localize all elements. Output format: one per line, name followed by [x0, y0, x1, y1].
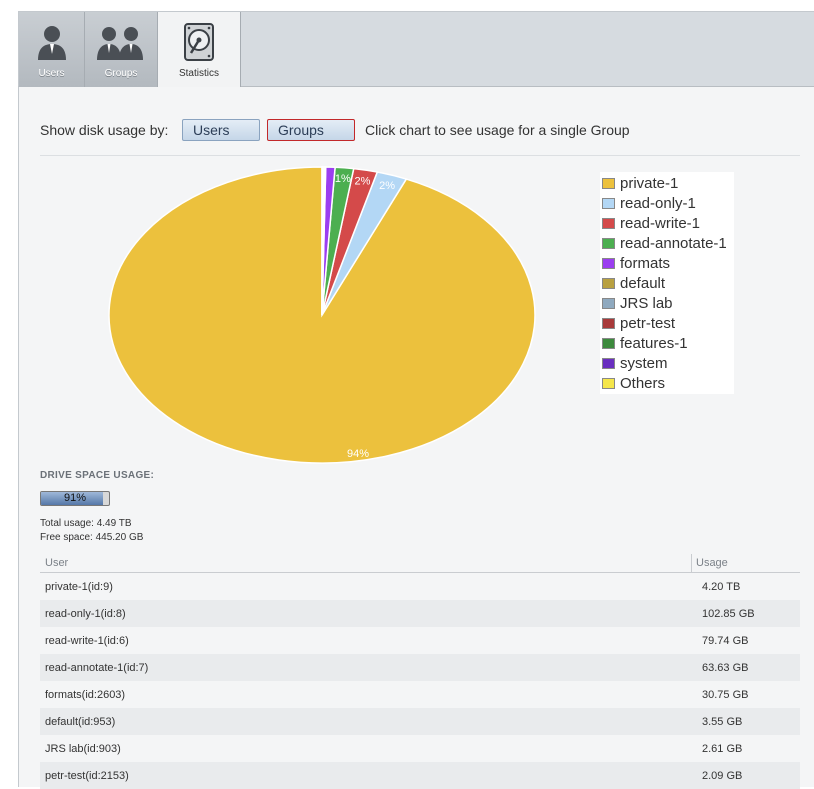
legend-swatch: [602, 218, 615, 229]
column-user[interactable]: User: [45, 557, 68, 569]
table-row[interactable]: formats(id:2603) 30.75 GB: [40, 681, 800, 708]
drive-usage-bar: 91%: [40, 491, 110, 506]
legend-label: petr-test: [620, 315, 675, 332]
groups-toggle-button[interactable]: Groups: [267, 119, 355, 141]
legend-label: read-write-1: [620, 215, 700, 232]
legend-swatch: [602, 238, 615, 249]
table-row[interactable]: read-annotate-1(id:7) 63.63 GB: [40, 654, 800, 681]
table-row[interactable]: private-1(id:9) 4.20 TB: [40, 573, 800, 600]
chart-hint: Click chart to see usage for a single Gr…: [365, 122, 630, 138]
legend-label: features-1: [620, 335, 688, 352]
show-usage-label: Show disk usage by:: [40, 122, 168, 138]
legend-label: read-only-1: [620, 195, 696, 212]
row-usage: 2.09 GB: [702, 770, 742, 782]
legend-swatch: [602, 378, 615, 389]
user-icon: [34, 22, 70, 62]
legend-item[interactable]: read-only-1: [600, 193, 734, 213]
tab-users[interactable]: Users: [19, 12, 85, 87]
legend-item[interactable]: default: [600, 273, 734, 293]
legend-swatch: [602, 278, 615, 289]
row-user: read-write-1(id:6): [45, 635, 129, 647]
legend-label: private-1: [620, 175, 678, 192]
legend-swatch: [602, 338, 615, 349]
row-user: petr-test(id:2153): [45, 770, 129, 782]
row-user: formats(id:2603): [45, 689, 125, 701]
tab-users-label: Users: [19, 68, 84, 79]
row-user: private-1(id:9): [45, 581, 113, 593]
total-usage: Total usage: 4.49 TB: [40, 518, 132, 529]
hard-drive-icon: [182, 22, 216, 62]
legend-item[interactable]: system: [600, 353, 734, 373]
tab-groups-label: Groups: [85, 68, 157, 79]
row-usage: 30.75 GB: [702, 689, 748, 701]
table-row[interactable]: default(id:953) 3.55 GB: [40, 708, 800, 735]
free-space: Free space: 445.20 GB: [40, 532, 143, 543]
legend-swatch: [602, 258, 615, 269]
users-toggle-button[interactable]: Users: [182, 119, 260, 141]
drive-space-title: DRIVE SPACE USAGE:: [40, 470, 154, 481]
pie-slice-label: 1%: [335, 173, 351, 185]
legend-item[interactable]: petr-test: [600, 313, 734, 333]
row-usage: 102.85 GB: [702, 608, 755, 620]
chart-legend: private-1 read-only-1 read-write-1 read-ann…: [600, 172, 734, 394]
legend-label: default: [620, 275, 665, 292]
legend-label: formats: [620, 255, 670, 272]
table-row[interactable]: petr-test(id:2153) 2.09 GB: [40, 762, 800, 789]
divider: [40, 155, 800, 156]
tab-groups[interactable]: Groups: [85, 12, 158, 87]
tab-bar: Users Groups Statistics: [18, 11, 814, 87]
column-usage[interactable]: Usage: [696, 557, 728, 569]
pie-slice-label: 2%: [355, 175, 371, 187]
legend-item[interactable]: formats: [600, 253, 734, 273]
legend-swatch: [602, 298, 615, 309]
pie-slice-label: 2%: [379, 180, 395, 192]
row-user: read-only-1(id:8): [45, 608, 126, 620]
legend-item[interactable]: read-write-1: [600, 213, 734, 233]
row-usage: 79.74 GB: [702, 635, 748, 647]
row-usage: 4.20 TB: [702, 581, 740, 593]
legend-swatch: [602, 318, 615, 329]
row-usage: 63.63 GB: [702, 662, 748, 674]
legend-label: Others: [620, 375, 665, 392]
legend-swatch: [602, 358, 615, 369]
usage-table: User Usage private-1(id:9) 4.20 TB read-on…: [40, 554, 800, 789]
legend-label: JRS lab: [620, 295, 673, 312]
row-usage: 2.61 GB: [702, 743, 742, 755]
pie-slice-label: 94%: [347, 448, 369, 460]
statistics-panel: Show disk usage by: Users Groups Click c…: [18, 87, 814, 787]
row-usage: 3.55 GB: [702, 716, 742, 728]
legend-swatch: [602, 198, 615, 209]
row-user: JRS lab(id:903): [45, 743, 121, 755]
legend-item[interactable]: Others: [600, 373, 734, 393]
legend-swatch: [602, 178, 615, 189]
table-header: User Usage: [40, 554, 800, 573]
groups-icon: [93, 22, 149, 62]
table-row[interactable]: read-write-1(id:6) 79.74 GB: [40, 627, 800, 654]
legend-label: system: [620, 355, 668, 372]
legend-item[interactable]: private-1: [600, 173, 734, 193]
table-row[interactable]: JRS lab(id:903) 2.61 GB: [40, 735, 800, 762]
legend-label: read-annotate-1: [620, 235, 727, 252]
tab-statistics[interactable]: Statistics: [158, 12, 241, 87]
table-row[interactable]: read-only-1(id:8) 102.85 GB: [40, 600, 800, 627]
legend-item[interactable]: JRS lab: [600, 293, 734, 313]
legend-item[interactable]: read-annotate-1: [600, 233, 734, 253]
legend-item[interactable]: features-1: [600, 333, 734, 353]
tab-statistics-label: Statistics: [158, 68, 240, 79]
disk-usage-pie-chart[interactable]: 94% 2% 2% 1%: [19, 157, 579, 477]
row-user: default(id:953): [45, 716, 115, 728]
row-user: read-annotate-1(id:7): [45, 662, 148, 674]
column-divider: [691, 554, 692, 572]
drive-usage-percent: 91%: [41, 492, 109, 505]
